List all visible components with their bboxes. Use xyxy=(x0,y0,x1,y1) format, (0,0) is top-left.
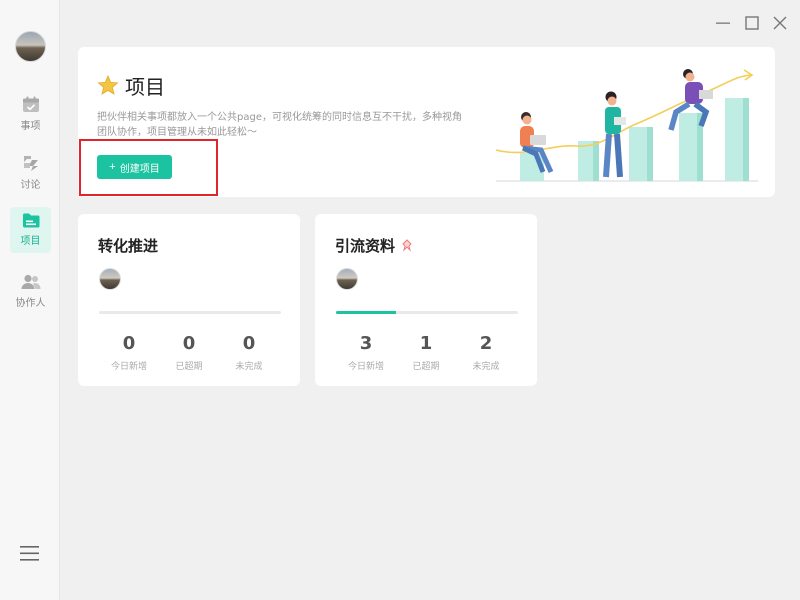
star-icon xyxy=(97,75,119,95)
stat-new-today: 0 今日新增 xyxy=(99,333,159,372)
member-avatar xyxy=(99,268,121,290)
sidebar-item-label: 讨论 xyxy=(20,179,41,191)
create-project-button[interactable]: + 创建项目 xyxy=(97,155,172,179)
folder-icon xyxy=(22,213,39,228)
stat-value: 3 xyxy=(359,333,373,354)
sidebar-item-label: 协作人 xyxy=(15,297,46,309)
sidebar-item-tasks[interactable]: 事项 xyxy=(10,91,51,137)
stat-label: 已超期 xyxy=(175,362,203,372)
sidebar-item-collaborators[interactable]: 协作人 xyxy=(10,268,51,314)
stat-new-today: 3 今日新增 xyxy=(336,333,396,372)
member-avatar xyxy=(336,268,358,290)
project-name: 转化推进 xyxy=(98,237,159,255)
progress-bar xyxy=(336,311,518,314)
sidebar-item-discussion[interactable]: 讨论 xyxy=(10,149,51,195)
page-title-text: 项目 xyxy=(125,75,165,99)
progress-fill xyxy=(336,311,397,314)
stat-overdue: 1 已超期 xyxy=(396,333,456,372)
stat-value: 0 xyxy=(122,333,136,354)
stat-value: 2 xyxy=(479,333,493,354)
people-icon xyxy=(21,274,41,289)
sidebar-item-label: 事项 xyxy=(20,121,41,132)
stat-label: 未完成 xyxy=(472,362,500,372)
calendar-check-icon xyxy=(22,96,39,112)
plus-icon: + xyxy=(109,161,116,173)
project-card-title: 引流资料 xyxy=(335,235,413,256)
progress-bar xyxy=(99,311,281,314)
sidebar-item-projects[interactable]: 项目 xyxy=(10,207,51,253)
stat-label: 今日新增 xyxy=(110,362,147,372)
stat-value: 0 xyxy=(242,333,256,354)
growth-illustration xyxy=(496,69,758,182)
stat-label: 今日新增 xyxy=(347,362,384,372)
stat-incomplete: 2 未完成 xyxy=(456,333,516,372)
project-card[interactable]: 引流资料 3 今日新增 1 已超期 2 未完成 xyxy=(315,214,537,386)
create-project-label: 创建项目 xyxy=(119,163,160,175)
close-icon[interactable] xyxy=(771,14,789,32)
banner-description: 把伙伴相关事项都放入一个公共page，可视化统筹的同时信息互不干扰，多种视角团队… xyxy=(97,112,462,138)
stat-value: 1 xyxy=(419,333,433,354)
stat-overdue: 0 已超期 xyxy=(159,333,219,372)
sidebar: 事项 讨论 项目 协作人 xyxy=(0,0,60,600)
discussion-icon xyxy=(23,155,38,171)
stat-label: 已超期 xyxy=(412,362,440,372)
stat-value: 0 xyxy=(182,333,196,354)
user-avatar[interactable] xyxy=(15,31,46,62)
sidebar-item-label: 项目 xyxy=(20,236,41,247)
project-name: 引流资料 xyxy=(335,237,396,255)
page-title: 项目 xyxy=(97,71,165,100)
menu-icon[interactable] xyxy=(20,545,39,562)
pin-icon[interactable] xyxy=(401,238,413,253)
project-banner: 项目 把伙伴相关事项都放入一个公共page，可视化统筹的同时信息互不干扰，多种视… xyxy=(78,47,775,197)
minimize-icon[interactable] xyxy=(714,14,732,32)
stat-incomplete: 0 未完成 xyxy=(219,333,279,372)
stat-label: 未完成 xyxy=(235,362,263,372)
project-card[interactable]: 转化推进 0 今日新增 0 已超期 0 未完成 xyxy=(78,214,300,386)
maximize-icon[interactable] xyxy=(743,14,761,32)
project-card-title: 转化推进 xyxy=(98,235,158,256)
